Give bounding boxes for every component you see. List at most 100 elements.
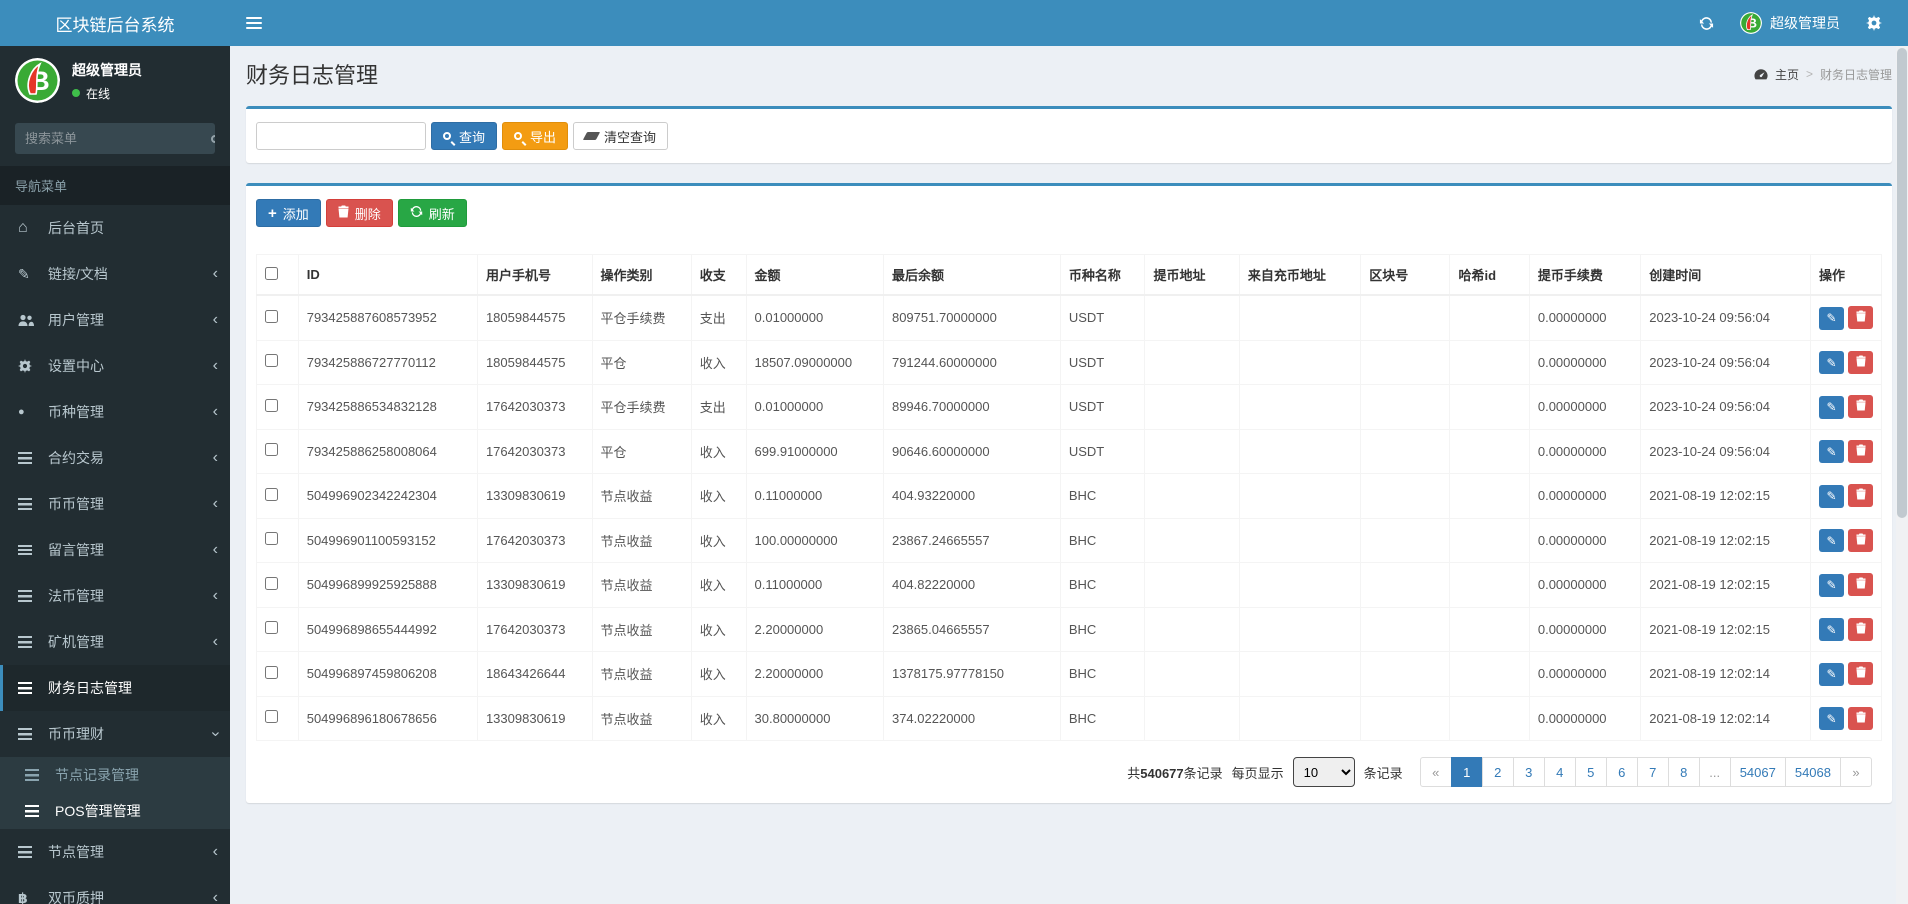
pager-page[interactable]: 2 bbox=[1481, 757, 1514, 787]
sidebar-item-link[interactable]: ● 币种管理 ‹ bbox=[0, 389, 230, 435]
edit-button[interactable]: ✎ bbox=[1819, 573, 1844, 597]
sidebar-item-link[interactable]: ⌂ 后台首页 bbox=[0, 205, 230, 251]
cell-hash_id bbox=[1449, 517, 1530, 563]
breadcrumb-home-link[interactable]: 主页 bbox=[1775, 66, 1799, 83]
refresh-button[interactable]: 刷新 bbox=[397, 199, 467, 227]
query-button[interactable]: 查询 bbox=[431, 122, 498, 150]
row-delete-button[interactable] bbox=[1848, 617, 1873, 641]
sidebar-item-link[interactable]: 节点管理 ‹ bbox=[0, 829, 230, 875]
cell-id: 793425886258008064 bbox=[297, 428, 478, 474]
menu-search-button[interactable] bbox=[211, 123, 215, 154]
row-checkbox[interactable] bbox=[265, 710, 278, 724]
sidebar-item-link[interactable]: ฿ 双币质押 ‹ bbox=[0, 875, 230, 904]
cell-created_at: 2023-10-24 09:56:04 bbox=[1640, 428, 1811, 474]
sidebar-item-link[interactable]: 矿机管理 ‹ bbox=[0, 619, 230, 665]
sidebar-item-label: 后台首页 bbox=[48, 220, 104, 236]
brand-logo[interactable]: 区块链后台系统 bbox=[0, 0, 230, 46]
sidebar-item-link[interactable]: ✎ 链接/文档 ‹ bbox=[0, 251, 230, 297]
navbar-right: B 超级管理员 bbox=[1699, 12, 1908, 34]
select-all-checkbox[interactable] bbox=[265, 266, 278, 280]
cell-last_balance: 809751.70000000 bbox=[882, 294, 1061, 341]
pager-page[interactable]: 5 bbox=[1574, 757, 1607, 787]
sidebar-toggle-button[interactable] bbox=[230, 0, 278, 46]
user-menu[interactable]: B 超级管理员 bbox=[1740, 12, 1840, 34]
per-page-select[interactable]: 10 bbox=[1292, 757, 1355, 787]
row-checkbox[interactable] bbox=[265, 576, 278, 590]
sidebar-item-link[interactable]: 用户管理 ‹ bbox=[0, 297, 230, 343]
row-delete-button[interactable] bbox=[1848, 706, 1873, 730]
row-checkbox[interactable] bbox=[265, 621, 278, 635]
sidebar-item-link[interactable]: 合约交易 ‹ bbox=[0, 435, 230, 481]
table-row: 504996898655444992 17642030373 节点收益 收入 2.200… bbox=[256, 606, 1882, 652]
edit-button[interactable]: ✎ bbox=[1819, 351, 1844, 374]
btc-icon: ฿ bbox=[18, 889, 28, 904]
row-checkbox[interactable] bbox=[265, 443, 278, 457]
cell-op_type: 节点收益 bbox=[591, 517, 692, 563]
pager-page[interactable]: 7 bbox=[1636, 757, 1669, 787]
pager-page[interactable]: 54067 bbox=[1729, 757, 1786, 787]
row-checkbox[interactable] bbox=[265, 665, 278, 679]
sidebar-item-link[interactable]: 币币管理 ‹ bbox=[0, 481, 230, 527]
row-checkbox[interactable] bbox=[265, 309, 278, 323]
row-delete-button[interactable] bbox=[1848, 350, 1873, 374]
row-delete-button[interactable] bbox=[1848, 306, 1873, 329]
pager-page[interactable]: 54068 bbox=[1784, 757, 1841, 787]
sidebar-item: ฿ 双币质押 ‹ bbox=[0, 875, 230, 904]
scrollbar[interactable] bbox=[1896, 46, 1908, 904]
query-input[interactable] bbox=[256, 122, 426, 150]
cell-hash_id bbox=[1449, 651, 1530, 697]
cell-direction: 收入 bbox=[690, 562, 747, 608]
sidebar-item-link[interactable]: 财务日志管理 bbox=[0, 665, 230, 711]
cell-phone: 13309830619 bbox=[476, 695, 593, 741]
gear-icon[interactable] bbox=[1866, 15, 1882, 31]
row-delete-button[interactable] bbox=[1848, 573, 1873, 596]
cell-block_no bbox=[1360, 294, 1451, 341]
cell-coin: USDT bbox=[1059, 384, 1146, 430]
row-delete-button[interactable] bbox=[1848, 484, 1873, 507]
row-delete-button[interactable] bbox=[1848, 439, 1873, 463]
sidebar-item-link[interactable]: 币币理财 ‹ bbox=[0, 711, 230, 757]
row-delete-button[interactable] bbox=[1848, 662, 1873, 685]
refresh-icon[interactable] bbox=[1699, 16, 1714, 31]
sidebar-subitem-link[interactable]: 节点记录管理 bbox=[0, 757, 230, 793]
edit-button[interactable]: ✎ bbox=[1819, 484, 1844, 508]
pager-page[interactable]: 1 bbox=[1450, 757, 1483, 787]
edit-button[interactable]: ✎ bbox=[1819, 707, 1844, 730]
edit-button[interactable]: ✎ bbox=[1819, 440, 1844, 463]
pager-next[interactable]: » bbox=[1840, 757, 1872, 787]
clear-query-button[interactable]: 清空查询 bbox=[573, 122, 669, 150]
pager-prev[interactable]: « bbox=[1419, 757, 1452, 787]
row-delete-button[interactable] bbox=[1848, 395, 1873, 418]
edit-button[interactable]: ✎ bbox=[1819, 529, 1844, 552]
delete-button[interactable]: 删除 bbox=[325, 199, 393, 227]
row-delete-button[interactable] bbox=[1848, 528, 1873, 552]
add-button[interactable]: + 添加 bbox=[256, 199, 321, 227]
pager-page[interactable]: 8 bbox=[1667, 757, 1700, 787]
scrollbar-thumb[interactable] bbox=[1897, 48, 1907, 518]
edit-button[interactable]: ✎ bbox=[1819, 395, 1844, 419]
cell-amount: 30.80000000 bbox=[745, 695, 884, 741]
cell-actions: ✎ bbox=[1810, 517, 1882, 563]
sidebar-item-link[interactable]: 留言管理 ‹ bbox=[0, 527, 230, 573]
edit-button[interactable]: ✎ bbox=[1819, 306, 1844, 330]
cell-amount: 0.01000000 bbox=[745, 294, 884, 341]
sidebar-item-label: 链接/文档 bbox=[48, 266, 108, 282]
sidebar-item-label: 用户管理 bbox=[48, 312, 104, 328]
column-header: 操作类别 bbox=[591, 254, 692, 296]
menu-search-input[interactable] bbox=[15, 123, 211, 154]
row-checkbox[interactable] bbox=[265, 532, 278, 546]
sidebar-item-link[interactable]: 设置中心 ‹ bbox=[0, 343, 230, 389]
row-checkbox[interactable] bbox=[265, 487, 278, 501]
sidebar-subitem-link[interactable]: POS管理管理 bbox=[0, 793, 230, 829]
sidebar-item-link[interactable]: 法币管理 ‹ bbox=[0, 573, 230, 619]
cell-created_at: 2021-08-19 12:02:14 bbox=[1640, 695, 1811, 741]
row-checkbox[interactable] bbox=[265, 354, 278, 368]
edit-button[interactable]: ✎ bbox=[1819, 662, 1844, 686]
pager-page[interactable]: 6 bbox=[1605, 757, 1638, 787]
export-button[interactable]: 导出 bbox=[502, 122, 569, 150]
row-checkbox[interactable] bbox=[265, 398, 278, 412]
pager-page[interactable]: 3 bbox=[1512, 757, 1545, 787]
cell-withdraw_fee: 0.00000000 bbox=[1528, 473, 1642, 519]
edit-button[interactable]: ✎ bbox=[1819, 618, 1844, 641]
pager-page[interactable]: 4 bbox=[1543, 757, 1576, 787]
